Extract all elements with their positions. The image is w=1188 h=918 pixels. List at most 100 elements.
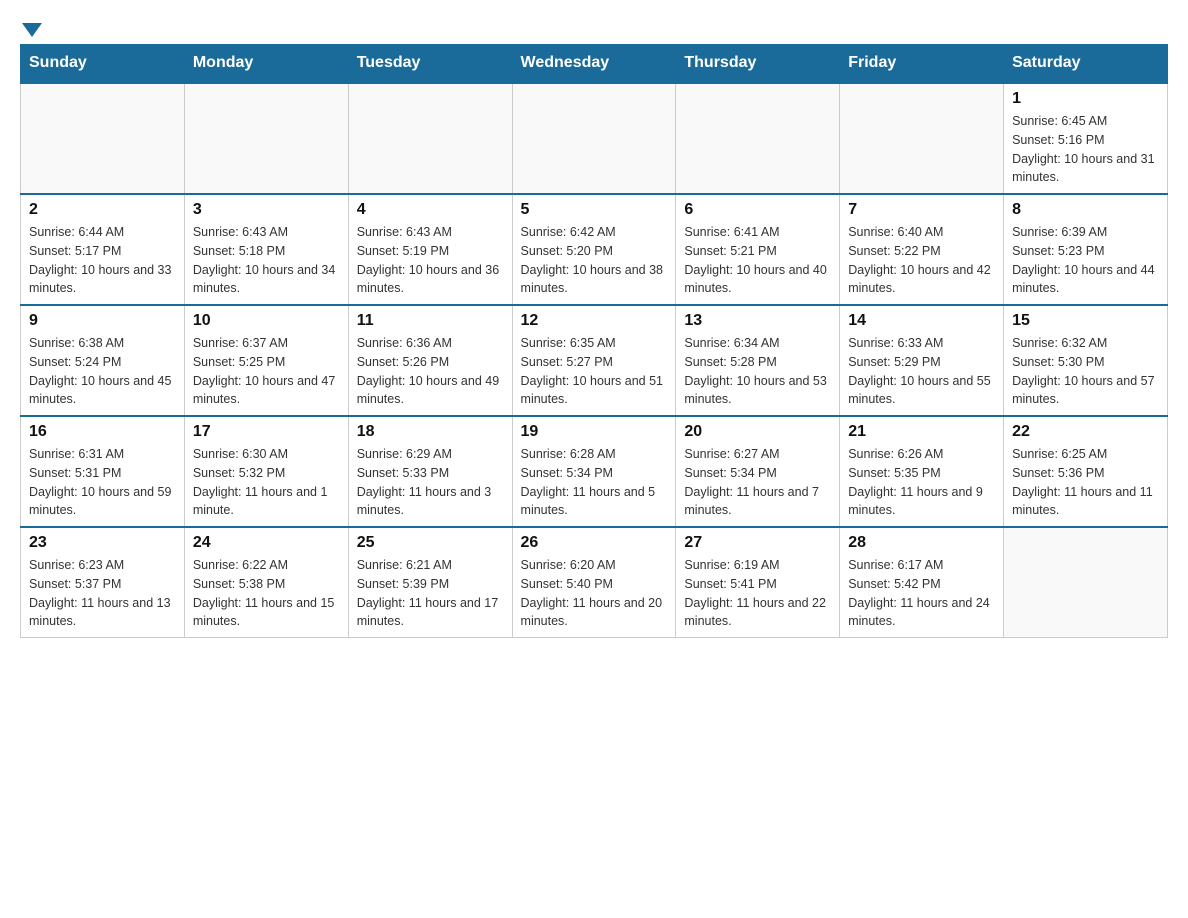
calendar-day: [512, 83, 676, 194]
calendar-day: 1Sunrise: 6:45 AMSunset: 5:16 PMDaylight…: [1004, 83, 1168, 194]
day-info: Sunrise: 6:27 AMSunset: 5:34 PMDaylight:…: [684, 445, 831, 520]
day-info: Sunrise: 6:44 AMSunset: 5:17 PMDaylight:…: [29, 223, 176, 298]
page-header: [20, 20, 1168, 34]
day-info: Sunrise: 6:38 AMSunset: 5:24 PMDaylight:…: [29, 334, 176, 409]
day-info: Sunrise: 6:22 AMSunset: 5:38 PMDaylight:…: [193, 556, 340, 631]
calendar-day: 19 Sunrise: 6:28 AMSunset: 5:34 PMDayligh…: [512, 416, 676, 527]
day-number: 26: [521, 534, 668, 552]
calendar-header-row: SundayMondayTuesdayWednesdayThursdayFrid…: [21, 44, 1168, 83]
day-number: 12: [521, 312, 668, 330]
calendar-day: 21 Sunrise: 6:26 AMSunset: 5:35 PMDayligh…: [840, 416, 1004, 527]
calendar-day: 20 Sunrise: 6:27 AMSunset: 5:34 PMDayligh…: [676, 416, 840, 527]
day-info: Sunrise: 6:30 AMSunset: 5:32 PMDaylight:…: [193, 445, 340, 520]
calendar-day: 4 Sunrise: 6:43 AMSunset: 5:19 PMDaylight…: [348, 194, 512, 305]
day-number: 6: [684, 201, 831, 219]
day-header-friday: Friday: [840, 44, 1004, 83]
calendar-week-4: 16 Sunrise: 6:31 AMSunset: 5:31 PMDayligh…: [21, 416, 1168, 527]
day-info: Sunrise: 6:43 AMSunset: 5:18 PMDaylight:…: [193, 223, 340, 298]
calendar-day: [1004, 527, 1168, 638]
calendar-day: 14 Sunrise: 6:33 AMSunset: 5:29 PMDayligh…: [840, 305, 1004, 416]
day-header-tuesday: Tuesday: [348, 44, 512, 83]
day-info: Sunrise: 6:39 AMSunset: 5:23 PMDaylight:…: [1012, 223, 1159, 298]
calendar-day: 3 Sunrise: 6:43 AMSunset: 5:18 PMDaylight…: [184, 194, 348, 305]
logo-arrow-icon: [22, 23, 42, 37]
day-info: Sunrise: 6:28 AMSunset: 5:34 PMDaylight:…: [521, 445, 668, 520]
day-info: Sunrise: 6:31 AMSunset: 5:31 PMDaylight:…: [29, 445, 176, 520]
day-number: 24: [193, 534, 340, 552]
day-number: 17: [193, 423, 340, 441]
day-number: 23: [29, 534, 176, 552]
calendar-day: 13 Sunrise: 6:34 AMSunset: 5:28 PMDayligh…: [676, 305, 840, 416]
day-number: 16: [29, 423, 176, 441]
day-header-sunday: Sunday: [21, 44, 185, 83]
day-number: 14: [848, 312, 995, 330]
calendar-day: [676, 83, 840, 194]
day-number: 5: [521, 201, 668, 219]
calendar-day: 22Sunrise: 6:25 AMSunset: 5:36 PMDayligh…: [1004, 416, 1168, 527]
day-info: Sunrise: 6:35 AMSunset: 5:27 PMDaylight:…: [521, 334, 668, 409]
calendar-day: 26 Sunrise: 6:20 AMSunset: 5:40 PMDayligh…: [512, 527, 676, 638]
day-info: Sunrise: 6:21 AMSunset: 5:39 PMDaylight:…: [357, 556, 504, 631]
calendar-day: 11 Sunrise: 6:36 AMSunset: 5:26 PMDayligh…: [348, 305, 512, 416]
day-info: Sunrise: 6:33 AMSunset: 5:29 PMDaylight:…: [848, 334, 995, 409]
day-number: 8: [1012, 201, 1159, 219]
calendar-day: 2 Sunrise: 6:44 AMSunset: 5:17 PMDaylight…: [21, 194, 185, 305]
day-info: Sunrise: 6:20 AMSunset: 5:40 PMDaylight:…: [521, 556, 668, 631]
calendar-day: 5 Sunrise: 6:42 AMSunset: 5:20 PMDaylight…: [512, 194, 676, 305]
day-number: 4: [357, 201, 504, 219]
calendar-day: 8 Sunrise: 6:39 AMSunset: 5:23 PMDaylight…: [1004, 194, 1168, 305]
day-number: 25: [357, 534, 504, 552]
day-info: Sunrise: 6:19 AMSunset: 5:41 PMDaylight:…: [684, 556, 831, 631]
calendar-day: 12 Sunrise: 6:35 AMSunset: 5:27 PMDayligh…: [512, 305, 676, 416]
calendar-day: 18 Sunrise: 6:29 AMSunset: 5:33 PMDayligh…: [348, 416, 512, 527]
calendar-day: 16 Sunrise: 6:31 AMSunset: 5:31 PMDayligh…: [21, 416, 185, 527]
day-info: Sunrise: 6:26 AMSunset: 5:35 PMDaylight:…: [848, 445, 995, 520]
calendar-week-5: 23 Sunrise: 6:23 AMSunset: 5:37 PMDayligh…: [21, 527, 1168, 638]
calendar-day: [840, 83, 1004, 194]
calendar-day: 27Sunrise: 6:19 AMSunset: 5:41 PMDayligh…: [676, 527, 840, 638]
day-number: 28: [848, 534, 995, 552]
day-number: 13: [684, 312, 831, 330]
day-number: 15: [1012, 312, 1159, 330]
day-number: 18: [357, 423, 504, 441]
calendar-table: SundayMondayTuesdayWednesdayThursdayFrid…: [20, 44, 1168, 638]
calendar-day: 7 Sunrise: 6:40 AMSunset: 5:22 PMDaylight…: [840, 194, 1004, 305]
calendar-week-3: 9 Sunrise: 6:38 AMSunset: 5:24 PMDaylight…: [21, 305, 1168, 416]
day-info: Sunrise: 6:34 AMSunset: 5:28 PMDaylight:…: [684, 334, 831, 409]
day-number: 9: [29, 312, 176, 330]
calendar-day: 15 Sunrise: 6:32 AMSunset: 5:30 PMDayligh…: [1004, 305, 1168, 416]
day-number: 19: [521, 423, 668, 441]
day-number: 2: [29, 201, 176, 219]
calendar-day: 24 Sunrise: 6:22 AMSunset: 5:38 PMDayligh…: [184, 527, 348, 638]
day-number: 7: [848, 201, 995, 219]
calendar-day: 25 Sunrise: 6:21 AMSunset: 5:39 PMDayligh…: [348, 527, 512, 638]
day-number: 20: [684, 423, 831, 441]
day-number: 3: [193, 201, 340, 219]
calendar-day: 17 Sunrise: 6:30 AMSunset: 5:32 PMDayligh…: [184, 416, 348, 527]
day-number: 11: [357, 312, 504, 330]
day-info: Sunrise: 6:42 AMSunset: 5:20 PMDaylight:…: [521, 223, 668, 298]
calendar-day: 28Sunrise: 6:17 AMSunset: 5:42 PMDayligh…: [840, 527, 1004, 638]
day-header-monday: Monday: [184, 44, 348, 83]
day-info: Sunrise: 6:40 AMSunset: 5:22 PMDaylight:…: [848, 223, 995, 298]
day-header-thursday: Thursday: [676, 44, 840, 83]
day-info: Sunrise: 6:43 AMSunset: 5:19 PMDaylight:…: [357, 223, 504, 298]
calendar-day: 10Sunrise: 6:37 AMSunset: 5:25 PMDayligh…: [184, 305, 348, 416]
day-info: Sunrise: 6:25 AMSunset: 5:36 PMDaylight:…: [1012, 445, 1159, 520]
day-number: 1: [1012, 90, 1159, 108]
day-info: Sunrise: 6:41 AMSunset: 5:21 PMDaylight:…: [684, 223, 831, 298]
calendar-day: 6 Sunrise: 6:41 AMSunset: 5:21 PMDaylight…: [676, 194, 840, 305]
calendar-day: [348, 83, 512, 194]
day-info: Sunrise: 6:36 AMSunset: 5:26 PMDaylight:…: [357, 334, 504, 409]
day-info: Sunrise: 6:29 AMSunset: 5:33 PMDaylight:…: [357, 445, 504, 520]
logo: [20, 20, 44, 34]
day-header-wednesday: Wednesday: [512, 44, 676, 83]
calendar-day: 9 Sunrise: 6:38 AMSunset: 5:24 PMDaylight…: [21, 305, 185, 416]
day-number: 21: [848, 423, 995, 441]
day-header-saturday: Saturday: [1004, 44, 1168, 83]
calendar-day: [21, 83, 185, 194]
day-number: 10: [193, 312, 340, 330]
calendar-day: 23 Sunrise: 6:23 AMSunset: 5:37 PMDayligh…: [21, 527, 185, 638]
day-info: Sunrise: 6:32 AMSunset: 5:30 PMDaylight:…: [1012, 334, 1159, 409]
day-info: Sunrise: 6:23 AMSunset: 5:37 PMDaylight:…: [29, 556, 176, 631]
